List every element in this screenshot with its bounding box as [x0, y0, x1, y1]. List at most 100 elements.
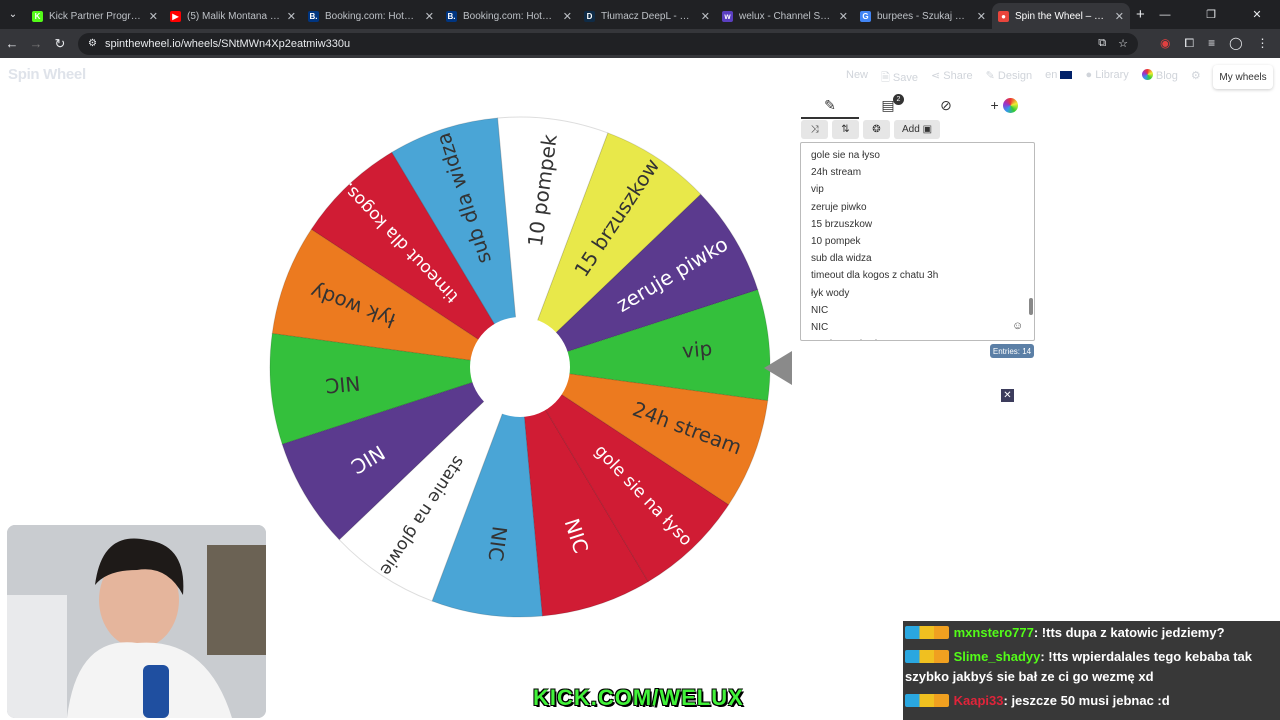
entry-line[interactable]: 15 brzuszkow	[811, 216, 1024, 233]
tab-entries-pencil-icon[interactable]: ✎	[801, 93, 859, 119]
chat-text: : jeszcze 50 musi jebnac :d	[1003, 693, 1170, 708]
wheel-segment-label: NIC	[324, 371, 361, 398]
close-tab-icon[interactable]: ✕	[287, 10, 296, 23]
browser-tab[interactable]: Gburpees - Szukaj w Goog ✕	[854, 3, 992, 29]
entry-line[interactable]: sub dla widza	[811, 250, 1024, 267]
url-field[interactable]: ⚙ spinthewheel.io/wheels/SNtMWn4Xp2eatmi…	[78, 32, 1138, 55]
browser-tab[interactable]: B. Booking.com: Hotele – St ✕	[440, 3, 578, 29]
reload-icon[interactable]: ↻	[48, 36, 72, 52]
browser-tab[interactable]: K Kick Partner Program - Ki ✕	[26, 3, 164, 29]
tab-favicon-icon: G	[860, 10, 871, 22]
tab-title: burpees - Szukaj w Goog	[877, 10, 971, 22]
wheel-center-hub[interactable]	[470, 317, 570, 417]
chat-text: : !tts dupa z katowic jedziemy?	[1033, 625, 1225, 640]
my-wheels-button[interactable]: My wheels	[1213, 65, 1273, 89]
restore-icon[interactable]: ❐	[1188, 8, 1234, 21]
browser-tab[interactable]: w welux - Channel Streams ✕	[716, 3, 854, 29]
nav-language-label: en	[1045, 69, 1058, 81]
nav-save-label: Save	[892, 72, 918, 84]
entries-textarea[interactable]: gole sie na łyso 24h stream vip zeruje piwk…	[800, 142, 1035, 341]
nav-share[interactable]: ⋖ Share	[931, 69, 973, 88]
media-controls-icon[interactable]: ≡	[1208, 36, 1215, 51]
tab-add-wheel[interactable]: +	[975, 93, 1033, 119]
close-tab-icon[interactable]: ✕	[425, 10, 434, 23]
entry-line[interactable]: 24h stream	[811, 164, 1024, 181]
settings-icon[interactable]: ⚙	[1191, 69, 1201, 88]
wheel-segment-label: vip	[681, 336, 713, 363]
close-window-icon[interactable]: ✕	[1234, 8, 1280, 21]
webcam-overlay	[7, 525, 266, 718]
extensions-puzzle-icon[interactable]: ⧠	[1184, 36, 1194, 51]
bookmark-star-icon[interactable]: ☆	[1118, 37, 1128, 50]
site-logo[interactable]: Spin Wheel	[8, 66, 86, 83]
profile-icon[interactable]: ◯	[1229, 36, 1242, 51]
nav-language[interactable]: en	[1045, 69, 1073, 88]
entry-line[interactable]: zeruje piwko	[811, 199, 1024, 216]
entry-line[interactable]: NIC	[811, 319, 1024, 336]
nav-blog[interactable]: Blog	[1141, 69, 1178, 88]
tab-search-chevron-icon[interactable]: ⌄	[0, 9, 26, 20]
entry-line[interactable]: łyk wody	[811, 285, 1024, 302]
nav-library[interactable]: ● Library	[1085, 69, 1128, 88]
close-tab-icon[interactable]: ✕	[839, 10, 848, 23]
nav-blog-label: Blog	[1155, 70, 1178, 82]
spin-wheel[interactable]: zeruje piwko15 brzuszkow10 pompeksub dla…	[268, 110, 772, 624]
entry-line[interactable]: vip	[811, 181, 1024, 198]
tab-strip: K Kick Partner Program - Ki ✕ ▶ (5) Malik Mo…	[26, 0, 1130, 29]
tab-results-clipboard-icon[interactable]: ▤ 2	[859, 93, 917, 119]
tab-favicon-icon: D	[584, 10, 595, 22]
close-tab-icon[interactable]: ✕	[563, 10, 572, 23]
chat-message: Slime_shadyy: !tts wpierdalales tego keb…	[903, 645, 1280, 689]
close-tab-icon[interactable]: ✕	[1115, 10, 1124, 23]
close-tab-icon[interactable]: ✕	[149, 10, 158, 23]
chat-username: mxnstero777	[953, 625, 1034, 640]
back-icon[interactable]: ←	[0, 36, 24, 51]
close-icon[interactable]: ✕	[1001, 389, 1014, 402]
entries-scrollbar[interactable]	[1029, 298, 1033, 316]
editor-tabs: ✎ ▤ 2 ⊘ +	[801, 93, 1035, 119]
entry-line[interactable]: stanie na glowie	[811, 336, 1024, 340]
add-image-button[interactable]: Add ▣	[894, 120, 940, 139]
browser-tab[interactable]: ▶ (5) Malik Montana - F ✕	[164, 3, 302, 29]
tab-hide-eye-icon[interactable]: ⊘	[917, 93, 975, 119]
window-controls: — ❐ ✕	[1142, 0, 1280, 29]
minimize-icon[interactable]: —	[1142, 9, 1188, 21]
sort-icon[interactable]: ⇅	[832, 120, 859, 139]
top-navigation: New 🗎 Save ⋖ Share ✎ Design en ● Library…	[846, 69, 1201, 88]
browser-tab[interactable]: D Tłumacz DeepL - najlepsz ✕	[578, 3, 716, 29]
url-text: spinthewheel.io/wheels/SNtMWn4Xp2eatmiw3…	[104, 37, 351, 50]
nav-share-label: Share	[943, 70, 973, 82]
browser-tab[interactable]: B. Booking.com: Hotele – M ✕	[302, 3, 440, 29]
nav-design[interactable]: ✎ Design	[986, 69, 1033, 88]
wheel-pointer-icon	[764, 351, 792, 385]
ai-brain-icon[interactable]: ❂	[863, 120, 890, 139]
tab-favicon-icon: ●	[998, 10, 1009, 22]
stream-chat-overlay: mxnstero777: !tts dupa z katowic jedziem…	[903, 621, 1280, 720]
site-info-icon[interactable]: ⚙	[88, 38, 97, 49]
nav-new[interactable]: New	[846, 69, 868, 88]
close-tab-icon[interactable]: ✕	[977, 10, 986, 23]
entry-line[interactable]: 10 pompek	[811, 233, 1024, 250]
tab-favicon-icon: B.	[308, 10, 319, 22]
shuffle-icon[interactable]: ⤨	[801, 120, 828, 139]
results-count-badge: 2	[893, 94, 904, 105]
extension-icon[interactable]: ◉	[1160, 36, 1170, 51]
nav-save[interactable]: 🗎 Save	[881, 69, 918, 88]
chat-badges-icon	[905, 650, 949, 663]
translate-icon[interactable]: ⧉	[1098, 37, 1106, 50]
browser-tab-bar: ⌄ K Kick Partner Program - Ki ✕ ▶ (5) Malik …	[0, 0, 1280, 29]
tab-favicon-icon: B.	[446, 10, 457, 22]
tab-title: Kick Partner Program - Ki	[49, 10, 143, 22]
tab-title: Booking.com: Hotele – M	[325, 10, 419, 22]
color-wheel-icon	[1141, 69, 1153, 80]
entry-line[interactable]: timeout dla kogos z chatu 3h	[811, 267, 1024, 284]
chat-username: Slime_shadyy	[953, 649, 1041, 664]
color-palette-icon	[1002, 98, 1018, 113]
close-tab-icon[interactable]: ✕	[701, 10, 710, 23]
entry-line[interactable]: gole sie na łyso	[811, 147, 1024, 164]
browser-tab[interactable]: ● Spin the Wheel – Free an ✕	[992, 3, 1130, 29]
emoji-icon[interactable]: ☺	[1012, 320, 1023, 332]
browser-menu-icon[interactable]: ⋮	[1257, 36, 1269, 51]
forward-icon[interactable]: →	[24, 36, 48, 51]
entry-line[interactable]: NIC	[811, 302, 1024, 319]
